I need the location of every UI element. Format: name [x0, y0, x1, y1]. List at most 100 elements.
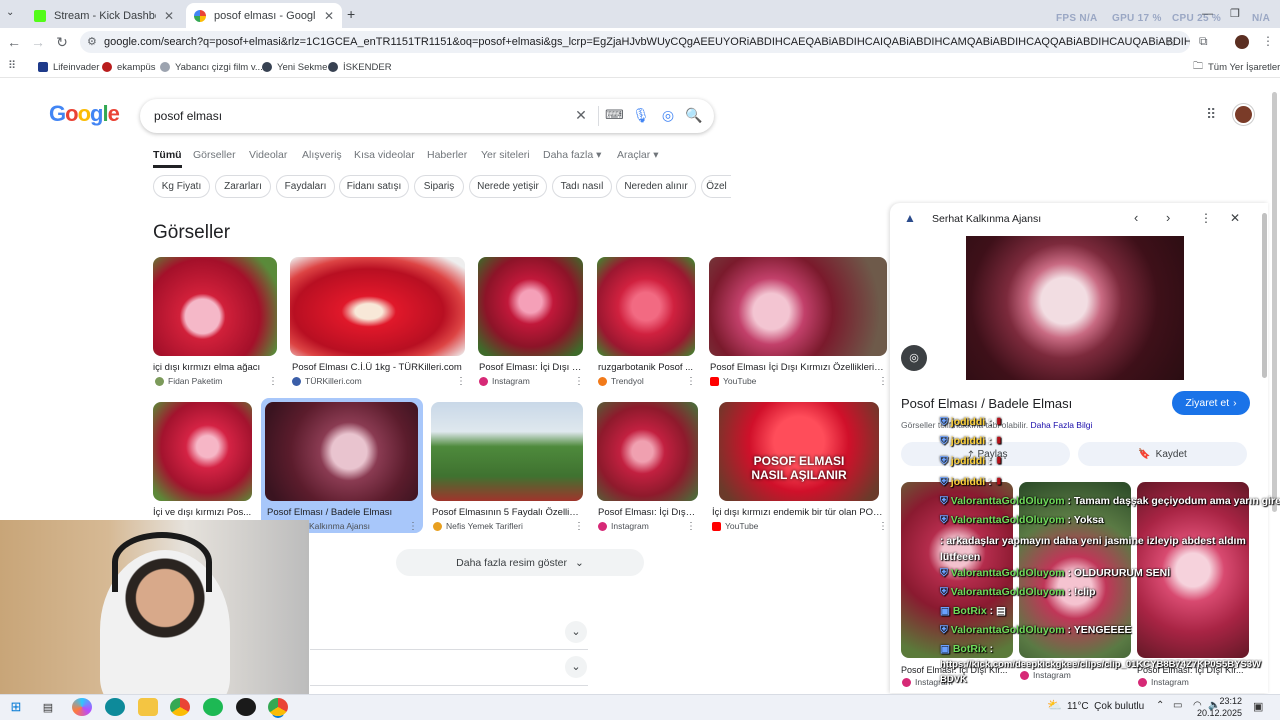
tray-chevron-icon[interactable]: ⌃ [1156, 700, 1164, 711]
chip-where-grows[interactable]: Nerede yetişir [469, 175, 547, 198]
panel-source-title[interactable]: Serhat Kalkınma Ajansı [932, 213, 1041, 225]
address-bar[interactable]: ⚙ google.com/search?q=posof+elmasi&rlz=1… [80, 31, 1190, 53]
image-source[interactable]: YouTube [710, 376, 756, 386]
notifications-icon[interactable]: ▣ [1253, 700, 1263, 713]
lens-icon[interactable]: ◎ [659, 107, 677, 124]
bookmark-ekampus[interactable]: ekampüs [102, 60, 156, 74]
image-thumb[interactable] [290, 257, 465, 356]
image-caption[interactable]: Posof Elmasının 5 Faydalı Özelliği ... [432, 507, 583, 518]
chip-harms[interactable]: Zararları [215, 175, 271, 198]
image-thumb[interactable] [431, 402, 583, 501]
tab-short-videos[interactable]: Kısa videolar [354, 149, 415, 161]
apps-grid-icon[interactable]: ⠿ [8, 59, 16, 72]
page-scrollbar[interactable] [1272, 92, 1277, 512]
extensions-icon[interactable]: ⧉ [1199, 34, 1208, 49]
more-info-link[interactable]: Daha Fazla Bilgi [1030, 420, 1092, 430]
site-info-icon[interactable]: ⚙ [87, 35, 97, 48]
new-tab-button[interactable]: + [347, 6, 355, 22]
chip-benefits[interactable]: Faydaları [276, 175, 335, 198]
more-options-icon[interactable]: ⋮ [878, 376, 888, 387]
more-options-icon[interactable]: ⋮ [574, 376, 584, 387]
visit-button[interactable]: Ziyaret et › [1172, 391, 1250, 415]
tab-all[interactable]: Tümü [153, 149, 182, 168]
image-source[interactable]: TÜRKilleri.com [292, 376, 362, 386]
chip-price[interactable]: Kg Fiyatı [153, 175, 210, 198]
tab-search-button[interactable]: ⌄ [6, 7, 22, 21]
image-thumb[interactable] [709, 257, 887, 356]
more-options-icon[interactable]: ⋮ [1200, 211, 1212, 225]
bookmark-iskender[interactable]: İSKENDER [328, 60, 392, 74]
file-explorer-icon[interactable] [138, 698, 158, 716]
copilot-icon[interactable] [72, 698, 92, 716]
tab-videos[interactable]: Videolar [249, 149, 287, 161]
panel-title[interactable]: Posof Elması / Badele Elması [901, 396, 1072, 411]
start-button[interactable]: ⊞ [6, 698, 26, 716]
more-options-icon[interactable]: ⋮ [686, 376, 696, 387]
tab-google-search[interactable]: posof elması - Google'da Ara ✕ [186, 3, 342, 28]
tab-more[interactable]: Daha fazla ▾ [543, 149, 601, 161]
chrome-icon[interactable] [170, 698, 190, 716]
expand-chevron-icon[interactable]: ⌄ [565, 621, 587, 643]
image-thumb-selected[interactable] [265, 402, 418, 501]
image-caption[interactable]: Posof Elması C.İ.Ü 1kg - TÜRKilleri.com [292, 362, 465, 373]
minimize-button[interactable]: — [1202, 8, 1213, 20]
tab-kick-dashboard[interactable]: Stream - Kick Dashboard ✕ [26, 3, 182, 28]
image-thumb[interactable] [153, 402, 252, 501]
image-source[interactable]: YouTube [712, 521, 758, 531]
back-button[interactable]: ← [3, 31, 25, 53]
google-apps-icon[interactable]: ⠿ [1206, 106, 1216, 123]
more-options-icon[interactable]: ⋮ [456, 376, 466, 387]
clock-time[interactable]: 23:12 [1212, 696, 1242, 706]
image-caption[interactable]: İçi dışı kırmızı endemik bir tür olan PO… [712, 507, 884, 518]
bookmark-cartoon[interactable]: Yabancı çizgi film v... [160, 60, 263, 74]
close-icon[interactable]: ✕ [164, 9, 174, 23]
image-source[interactable]: Instagram [598, 521, 649, 531]
spotify-icon[interactable] [203, 698, 223, 716]
image-source[interactable]: Kalkınma Ajansı [309, 521, 370, 531]
chrome-active-icon[interactable] [268, 698, 288, 716]
image-thumb[interactable]: POSOF ELMASI NASIL AŞILANIR [719, 402, 879, 501]
close-panel-icon[interactable]: ✕ [1230, 211, 1240, 225]
expand-chevron-icon[interactable]: ⌄ [565, 656, 587, 678]
microphone-icon[interactable]: 🎙 [632, 107, 650, 124]
app-icon[interactable] [236, 698, 256, 716]
restore-button[interactable]: ❐ [1230, 7, 1240, 20]
account-avatar[interactable] [1233, 104, 1254, 125]
tab-news[interactable]: Haberler [427, 149, 467, 161]
image-caption[interactable]: Posof Elması / Badele Elması [267, 507, 419, 518]
all-bookmarks[interactable]: 🗀 Tüm Yer İşaretleri [1193, 60, 1280, 74]
chip-taste[interactable]: Tadı nasıl [552, 175, 612, 198]
tab-tools[interactable]: Araçlar ▾ [617, 149, 658, 161]
preview-image[interactable] [966, 236, 1184, 380]
edge-icon[interactable] [105, 698, 125, 716]
save-button[interactable]: 🔖 Kaydet [1078, 442, 1247, 466]
tab-images[interactable]: Görseller [193, 149, 236, 161]
profile-avatar[interactable] [1235, 35, 1249, 49]
task-view-icon[interactable]: ▤ [38, 698, 58, 716]
image-source[interactable]: Fidan Paketim [155, 376, 222, 386]
image-thumb[interactable] [478, 257, 583, 356]
image-source[interactable]: Nefis Yemek Tarifleri [433, 521, 523, 531]
bookmark-lifeinvader[interactable]: Lifeinvader [38, 60, 99, 74]
menu-icon[interactable]: ⋮ [1262, 34, 1274, 48]
forward-button[interactable]: → [27, 31, 49, 53]
reload-button[interactable]: ↻ [51, 31, 73, 53]
related-question-row[interactable] [310, 614, 588, 650]
image-thumb[interactable] [597, 402, 698, 501]
prev-image-icon[interactable]: ‹ [1134, 210, 1138, 225]
bookmark-new-tab[interactable]: Yeni Sekme [262, 60, 327, 74]
image-caption[interactable]: İçi ve dışı kırmızı Pos... [153, 507, 253, 518]
search-icon[interactable]: 🔍 [685, 107, 703, 124]
image-caption[interactable]: içi dışı kırmızı elma ağacı [153, 362, 277, 373]
image-source[interactable]: Instagram [479, 376, 530, 386]
chip-special[interactable]: Özel [701, 175, 731, 198]
tab-places[interactable]: Yer siteleri [481, 149, 530, 161]
image-caption[interactable]: Posof Elması: İçi Dışı ... [598, 507, 696, 518]
image-caption[interactable]: Posof Elması: İçi Dışı K... [479, 362, 583, 373]
image-thumb[interactable] [597, 257, 695, 356]
image-caption[interactable]: Posof Elması İçi Dışı Kırmızı Özellikler… [710, 362, 884, 373]
image-thumb[interactable] [153, 257, 277, 356]
more-options-icon[interactable]: ⋮ [268, 376, 278, 387]
next-image-icon[interactable]: › [1166, 210, 1170, 225]
image-caption[interactable]: ruzgarbotanik Posof ... [598, 362, 695, 373]
